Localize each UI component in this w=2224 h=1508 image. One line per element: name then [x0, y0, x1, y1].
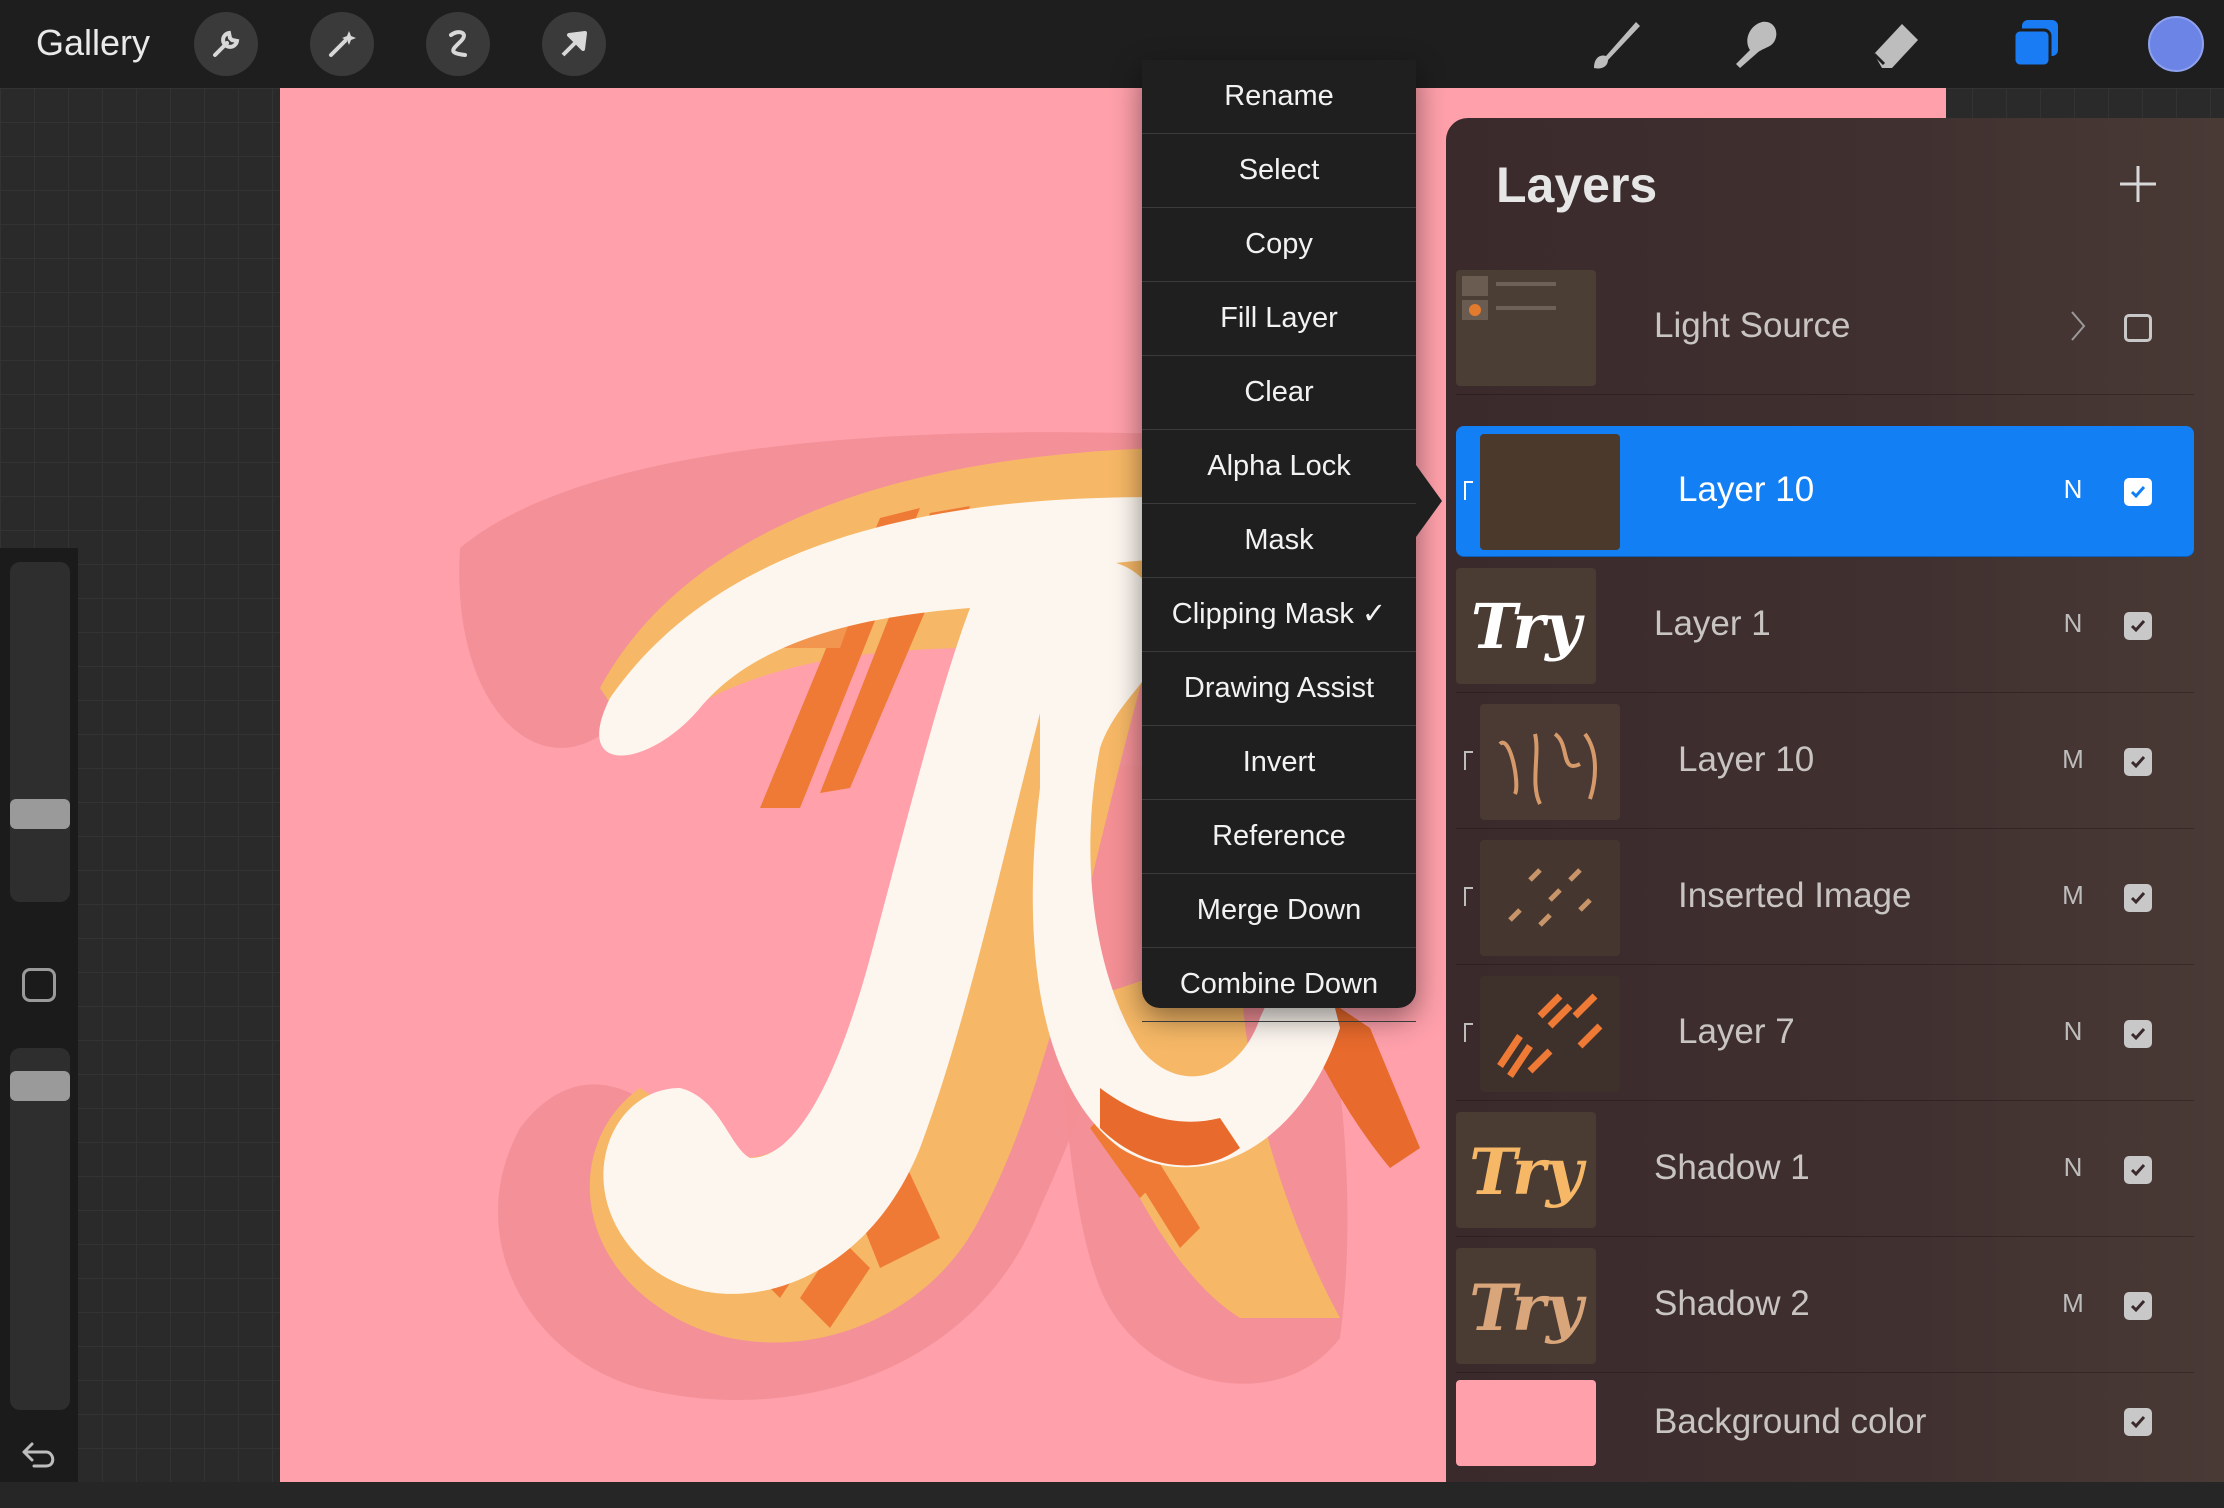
layer-name[interactable]: Layer 1	[1654, 604, 1771, 644]
try-thumbnail: Try	[1456, 568, 1596, 684]
menu-item-combine-down[interactable]: Combine Down	[1142, 948, 1416, 1022]
visibility-checkbox[interactable]	[2124, 1292, 2152, 1320]
menu-item-rename[interactable]: Rename	[1142, 60, 1416, 134]
layer-row-layer-1[interactable]: Try Layer 1 N	[1456, 560, 2194, 693]
blend-mode-indicator[interactable]: M	[2058, 744, 2088, 775]
visibility-checkbox[interactable]	[2124, 612, 2152, 640]
wrench-icon[interactable]	[194, 12, 258, 76]
visibility-checkbox[interactable]	[2124, 478, 2152, 506]
clip-arrow-icon	[1462, 480, 1476, 502]
clip-arrow-icon	[1462, 1022, 1476, 1044]
blend-mode-indicator[interactable]: N	[2058, 608, 2088, 639]
visibility-checkbox[interactable]	[2124, 314, 2152, 342]
menu-item-mask[interactable]: Mask	[1142, 504, 1416, 578]
layer-row-layer-10[interactable]: Layer 10 M	[1456, 696, 2194, 829]
menu-item-alpha-lock[interactable]: Alpha Lock	[1142, 430, 1416, 504]
visibility-checkbox[interactable]	[2124, 1020, 2152, 1048]
plus-icon[interactable]	[2116, 162, 2160, 206]
layer-name[interactable]: Layer 7	[1678, 1012, 1795, 1052]
layers-panel-title: Layers	[1496, 157, 1658, 213]
visibility-checkbox[interactable]	[2124, 1156, 2152, 1184]
brush-size-slider[interactable]	[10, 562, 70, 902]
undo-icon[interactable]	[20, 1440, 60, 1475]
layer-thumbnail	[1480, 434, 1620, 550]
menu-item-fill-layer[interactable]: Fill Layer	[1142, 282, 1416, 356]
color-picker-swatch[interactable]	[2148, 16, 2204, 72]
layer-name[interactable]: Inserted Image	[1678, 876, 1911, 916]
transform-arrow-icon[interactable]	[542, 12, 606, 76]
svg-text:Try: Try	[1469, 1271, 1587, 1346]
layer-name[interactable]: Shadow 1	[1654, 1148, 1810, 1188]
menu-item-invert[interactable]: Invert	[1142, 726, 1416, 800]
menu-item-clear[interactable]: Clear	[1142, 356, 1416, 430]
magic-wand-icon[interactable]	[310, 12, 374, 76]
layer-row-layer-7[interactable]: Layer 7 N	[1456, 968, 2194, 1101]
square-icon[interactable]	[22, 968, 56, 1002]
smudge-icon[interactable]	[1722, 10, 1790, 78]
layer-thumbnail	[1480, 840, 1620, 956]
gallery-link[interactable]: Gallery	[36, 22, 150, 64]
layer-name[interactable]: Background color	[1654, 1402, 1926, 1442]
blend-mode-indicator[interactable]: N	[2058, 1016, 2088, 1047]
layer-row-layer-10-selected[interactable]: Layer 10 N	[1456, 426, 2194, 557]
menu-item-reference[interactable]: Reference	[1142, 800, 1416, 874]
try-thumbnail: Try	[1456, 1112, 1596, 1228]
layer-thumbnail	[1456, 270, 1596, 386]
visibility-checkbox[interactable]	[2124, 748, 2152, 776]
blend-mode-indicator[interactable]: M	[2058, 880, 2088, 911]
brush-size-thumb[interactable]	[10, 799, 70, 829]
layers-icon[interactable]	[2002, 10, 2070, 78]
layer-row-inserted-image[interactable]: Inserted Image M	[1456, 832, 2194, 965]
try-thumbnail: Try	[1456, 1248, 1596, 1364]
background-color-swatch[interactable]	[1456, 1380, 1596, 1466]
menu-item-drawing-assist[interactable]: Drawing Assist	[1142, 652, 1416, 726]
layer-name[interactable]: Shadow 2	[1654, 1284, 1810, 1324]
layer-name[interactable]: Layer 10	[1678, 740, 1814, 780]
layer-row-background-color[interactable]: Background color	[1456, 1376, 2194, 1508]
layer-name[interactable]: Layer 10	[1678, 470, 1814, 510]
svg-text:Try: Try	[1469, 1135, 1587, 1210]
blend-mode-indicator[interactable]: M	[2058, 1288, 2088, 1319]
layers-panel: Layers Light Source Layer 10 N Try Layer…	[1446, 118, 2224, 1482]
left-sidebar	[0, 548, 78, 1482]
menu-item-clipping-mask[interactable]: Clipping Mask ✓	[1142, 578, 1416, 652]
layer-name[interactable]: Light Source	[1654, 306, 1851, 346]
eraser-icon[interactable]	[1862, 10, 1930, 78]
menu-item-merge-down[interactable]: Merge Down	[1142, 874, 1416, 948]
menu-pointer	[1416, 465, 1442, 537]
layer-options-menu: Rename Select Copy Fill Layer Clear Alph…	[1142, 60, 1442, 1022]
layer-row-shadow-1[interactable]: Try Shadow 1 N	[1456, 1104, 2194, 1237]
blend-mode-indicator[interactable]: N	[2058, 1152, 2088, 1183]
visibility-checkbox[interactable]	[2124, 884, 2152, 912]
menu-item-copy[interactable]: Copy	[1142, 208, 1416, 282]
blend-mode-indicator[interactable]: N	[2058, 474, 2088, 505]
chevron-right-icon[interactable]	[2068, 308, 2088, 349]
layer-thumbnail	[1480, 976, 1620, 1092]
layer-row-shadow-2[interactable]: Try Shadow 2 M	[1456, 1240, 2194, 1373]
brush-icon[interactable]	[1582, 10, 1650, 78]
selection-icon[interactable]	[426, 12, 490, 76]
layer-row-light-source[interactable]: Light Source	[1456, 262, 2194, 395]
svg-text:Try: Try	[1471, 590, 1585, 663]
opacity-thumb[interactable]	[10, 1071, 70, 1101]
opacity-slider[interactable]	[10, 1048, 70, 1410]
visibility-checkbox[interactable]	[2124, 1408, 2152, 1436]
clip-arrow-icon	[1462, 750, 1476, 772]
top-toolbar: Gallery	[0, 0, 2224, 88]
clip-arrow-icon	[1462, 886, 1476, 908]
menu-item-select[interactable]: Select	[1142, 134, 1416, 208]
layer-thumbnail	[1480, 704, 1620, 820]
